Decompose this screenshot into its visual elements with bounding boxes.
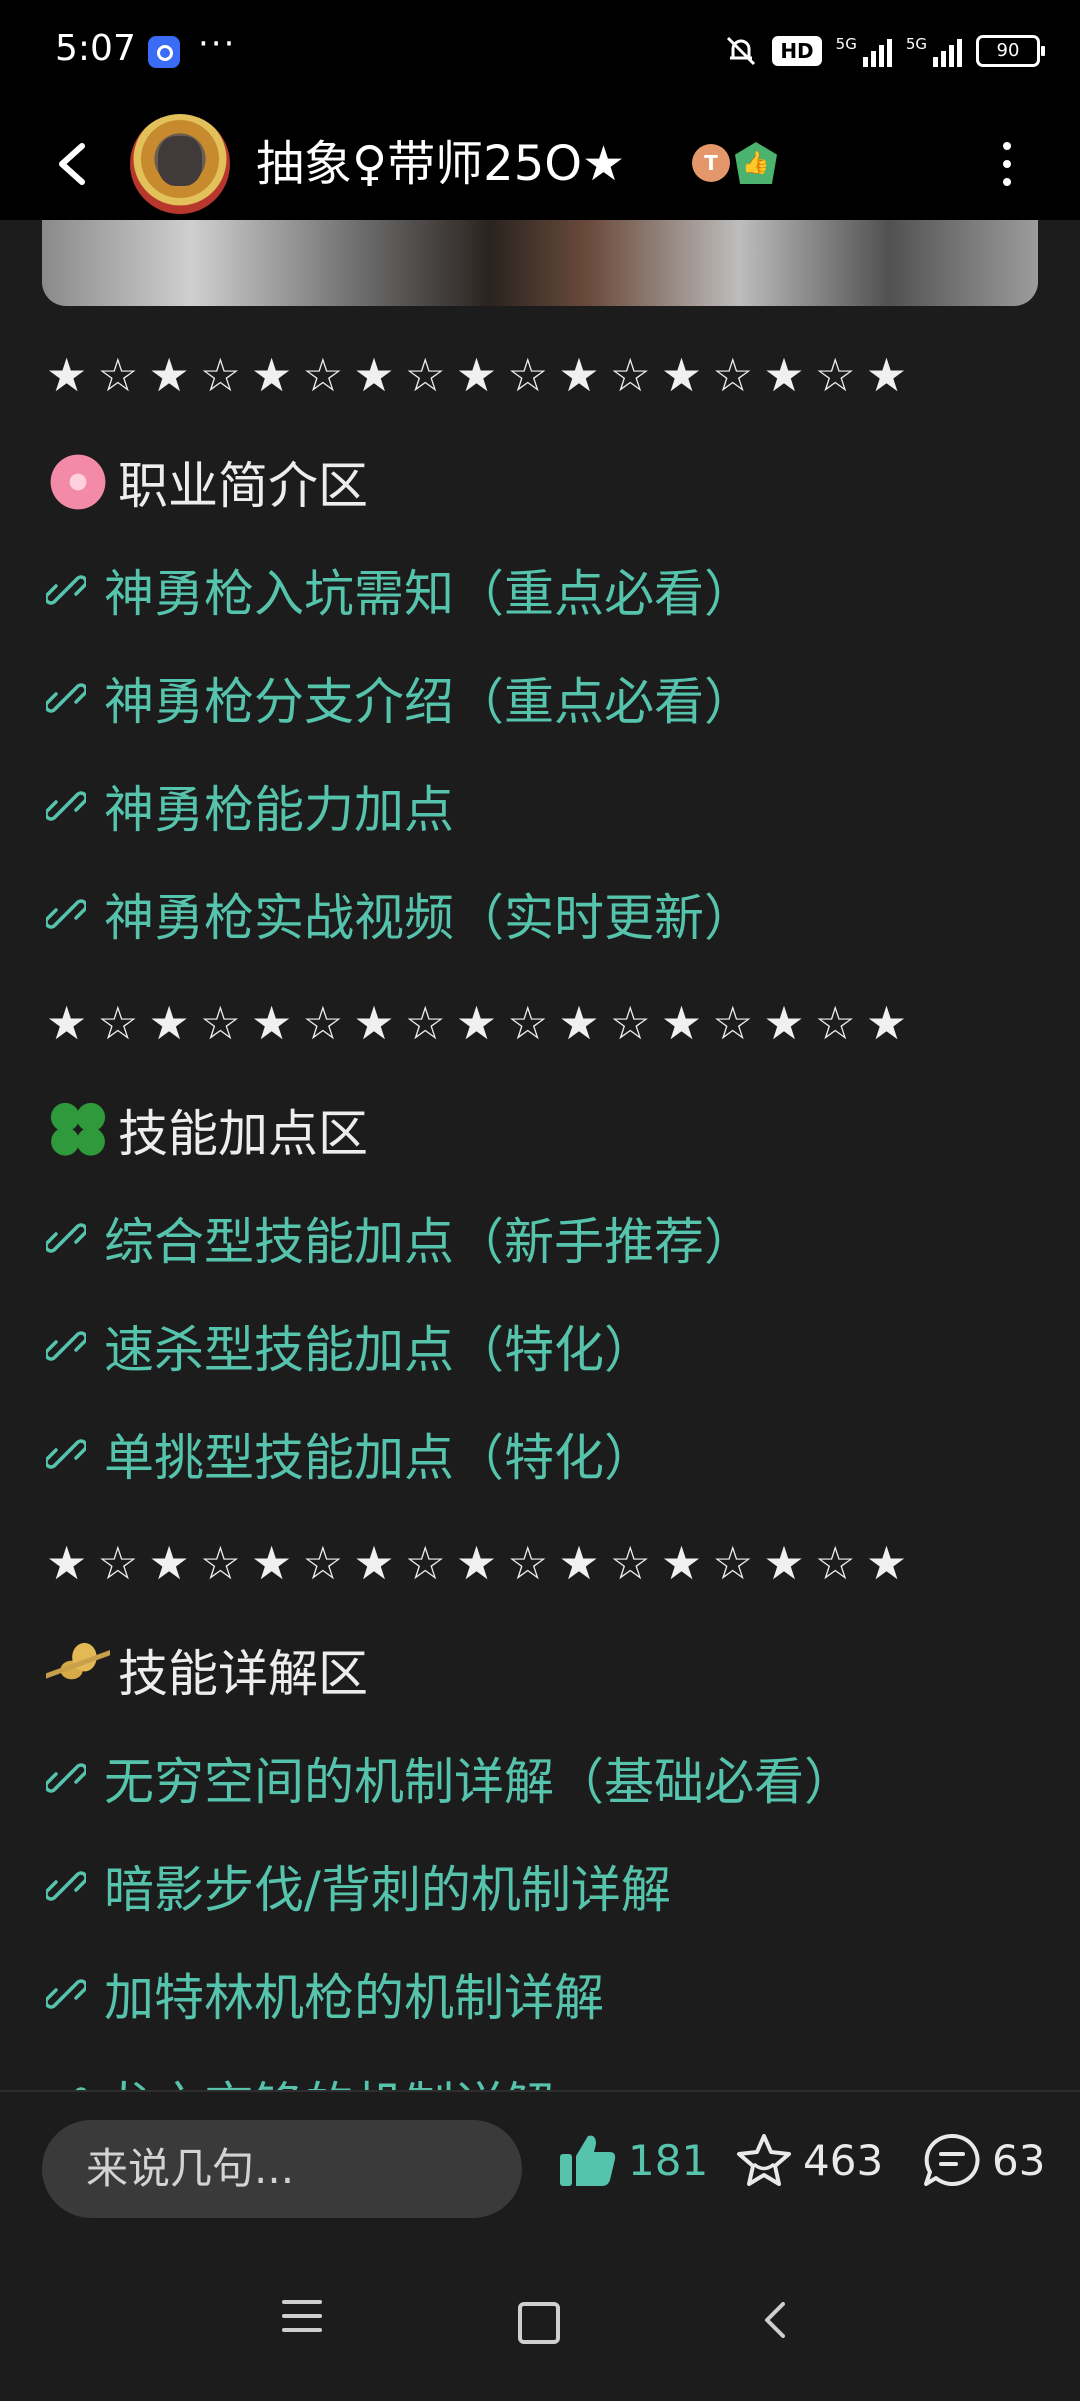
- bottom-action-bar: 来说几句... 181 463 63: [0, 2090, 1080, 2262]
- link-text[interactable]: 神勇枪入坑需知（重点必看）: [104, 554, 754, 626]
- link-text[interactable]: 神勇枪能力加点: [104, 770, 454, 842]
- link-icon: [46, 1979, 86, 2009]
- four-leaf-clover-icon: [46, 1098, 110, 1162]
- post-link[interactable]: 神勇枪分支介绍（重点必看）: [46, 662, 754, 734]
- star-divider: ★☆★☆★☆★☆★☆★☆★☆★☆★: [46, 996, 918, 1050]
- link-icon: [46, 899, 86, 929]
- more-notifications-icon: ···: [198, 24, 237, 64]
- status-bar: 5:07 ··· HD 5G 5G 90: [0, 0, 1080, 108]
- link-icon: [46, 791, 86, 821]
- nav-back-icon[interactable]: [755, 2298, 795, 2342]
- link-text[interactable]: 加特林机枪的机制详解: [104, 1958, 604, 2030]
- thumbs-up-badge-icon: 👍: [735, 142, 777, 184]
- back-arrow-icon[interactable]: [50, 138, 94, 190]
- status-icons: HD 5G 5G 90: [724, 34, 1045, 68]
- post-link[interactable]: 加特林机枪的机制详解: [46, 1958, 604, 2030]
- hd-voice-icon: HD: [772, 36, 822, 66]
- link-icon: [46, 1871, 86, 1901]
- top-app-bar: 抽象♀带师25O★ T 👍: [0, 108, 1080, 220]
- post-link[interactable]: 神勇枪能力加点: [46, 770, 454, 842]
- link-text[interactable]: 神勇枪分支介绍（重点必看）: [104, 662, 754, 734]
- link-icon: [46, 1331, 86, 1361]
- post-link[interactable]: 速杀型技能加点（特化）: [46, 1310, 654, 1382]
- system-navigation-bar: [0, 2260, 1080, 2401]
- banner-image: [42, 220, 1038, 306]
- link-text[interactable]: 综合型技能加点（新手推荐）: [104, 1202, 754, 1274]
- post-link[interactable]: 神勇枪实战视频（实时更新）: [46, 878, 754, 950]
- status-time: 5:07: [55, 28, 136, 69]
- cherry-blossom-icon: [46, 450, 110, 514]
- link-icon: [46, 1439, 86, 1469]
- star-outline-icon: [737, 2134, 791, 2186]
- thumbs-up-icon: [560, 2135, 616, 2186]
- post-link[interactable]: 神勇枪入坑需知（重点必看）: [46, 554, 754, 626]
- star-divider: ★☆★☆★☆★☆★☆★☆★☆★☆★: [46, 1536, 918, 1590]
- link-icon: [46, 683, 86, 713]
- link-icon: [46, 1763, 86, 1793]
- battery-icon: 90: [976, 35, 1045, 67]
- link-text[interactable]: 无穷空间的机制详解（基础必看）: [104, 1742, 854, 1814]
- author-avatar[interactable]: [130, 114, 230, 214]
- section-title: 技能详解区: [118, 1645, 368, 1703]
- home-icon[interactable]: [518, 2302, 560, 2344]
- post-link[interactable]: 龙之交锋的机制详解: [46, 2066, 554, 2090]
- comment-count: 63: [992, 2135, 1046, 2185]
- post-link[interactable]: 单挑型技能加点（特化）: [46, 1418, 654, 1490]
- recent-apps-icon[interactable]: [282, 2300, 322, 2340]
- author-name[interactable]: 抽象♀带师25O★: [256, 124, 625, 194]
- network-type-label: 5G: [905, 35, 927, 53]
- link-icon: [46, 1223, 86, 1253]
- star-divider: ★☆★☆★☆★☆★☆★☆★☆★☆★: [46, 348, 918, 402]
- like-button[interactable]: 181: [558, 2132, 708, 2188]
- like-count: 181: [628, 2135, 709, 2185]
- signal-icon-1: 5G: [836, 35, 892, 67]
- link-text[interactable]: 龙之交锋的机制详解: [104, 2066, 554, 2090]
- link-text[interactable]: 暗影步伐/背刺的机制详解: [104, 1850, 671, 1922]
- network-type-label: 5G: [835, 35, 857, 53]
- app-notification-icon: [148, 36, 180, 68]
- link-text[interactable]: 单挑型技能加点（特化）: [104, 1418, 654, 1490]
- signal-icon-2: 5G: [906, 35, 962, 67]
- comment-input[interactable]: 来说几句...: [42, 2120, 522, 2218]
- comments-button[interactable]: 63: [922, 2132, 1045, 2188]
- wheat-icon: [46, 1638, 110, 1702]
- link-text[interactable]: 神勇枪实战视频（实时更新）: [104, 878, 754, 950]
- section-heading: 职业简介区: [46, 446, 368, 518]
- favorite-count: 463: [803, 2135, 884, 2185]
- link-icon: [75, 2087, 86, 2090]
- section-heading: 技能加点区: [46, 1094, 368, 1166]
- comment-bubble-icon: [924, 2133, 980, 2186]
- link-text[interactable]: 速杀型技能加点（特化）: [104, 1310, 654, 1382]
- level-badge-icon: T: [692, 144, 730, 182]
- post-link[interactable]: 无穷空间的机制详解（基础必看）: [46, 1742, 854, 1814]
- section-heading: 技能详解区: [46, 1634, 368, 1706]
- favorite-button[interactable]: 463: [735, 2132, 883, 2188]
- post-link[interactable]: 暗影步伐/背刺的机制详解: [46, 1850, 671, 1922]
- mute-bell-icon: [727, 36, 756, 66]
- link-icon: [46, 575, 86, 605]
- section-title: 技能加点区: [118, 1105, 368, 1163]
- post-content[interactable]: ★☆★☆★☆★☆★☆★☆★☆★☆★ 职业简介区 神勇枪入坑需知（重点必看） 神勇…: [0, 220, 1080, 2090]
- post-link[interactable]: 综合型技能加点（新手推荐）: [46, 1202, 754, 1274]
- section-title: 职业简介区: [118, 457, 368, 515]
- more-options-icon[interactable]: [1000, 142, 1014, 190]
